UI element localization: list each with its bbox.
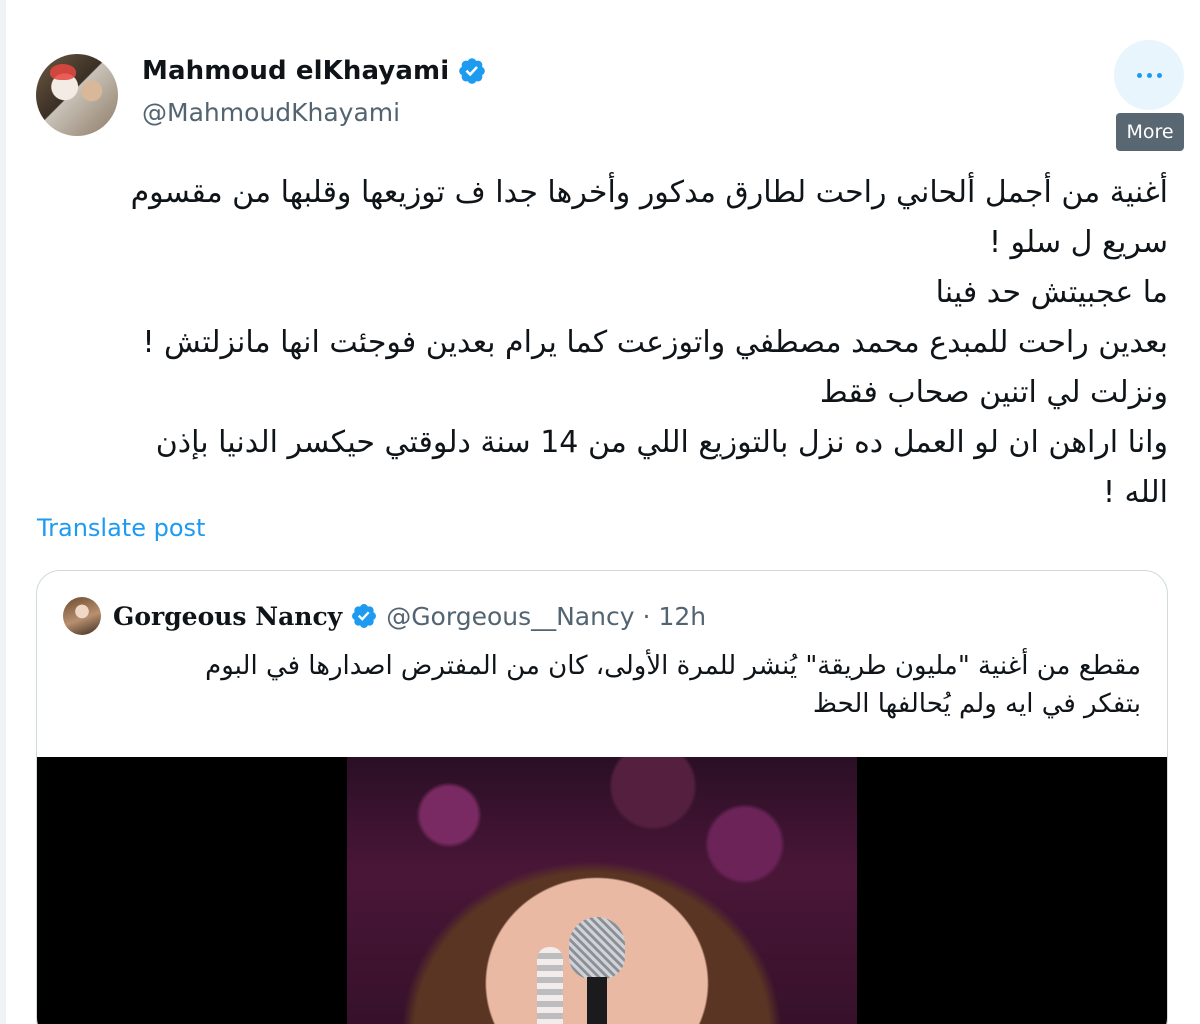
quoted-author-handle[interactable]: @Gorgeous__Nancy <box>386 602 634 631</box>
author-handle[interactable]: @MahmoudKhayami <box>142 98 400 127</box>
quoted-tweet-line: مقطع من أغنية "مليون طريقة" يُنشر للمرة … <box>205 651 1141 681</box>
translate-post-link[interactable]: Translate post <box>37 514 205 542</box>
verified-badge-icon <box>350 602 378 630</box>
quoted-author-avatar[interactable] <box>63 597 101 635</box>
more-button[interactable] <box>1114 40 1184 110</box>
tweet-line: بعدين راحت للمبدع محمد مصطفي واتوزعت كما… <box>142 325 1168 360</box>
quoted-tweet-header: Gorgeous Nancy @Gorgeous__Nancy · 12h <box>63 597 706 635</box>
left-border <box>0 0 6 1024</box>
tweet-line: ما عجبيتش حد فينا <box>935 275 1168 310</box>
tweet-line: الله ! <box>1102 475 1168 510</box>
more-dots-icon <box>1136 72 1162 78</box>
tweet-line: أغنية من أجمل ألحاني راحت لطارق مدكور وأ… <box>130 175 1168 210</box>
quoted-author-name[interactable]: Gorgeous Nancy <box>113 602 342 631</box>
more-tooltip: More <box>1116 113 1184 151</box>
earring-graphic <box>537 947 563 1024</box>
tweet-line: سريع ل سلو ! <box>988 225 1168 260</box>
tweet-line: ونزلت لي اتنين صحاب فقط <box>819 375 1168 410</box>
author-name-row: Mahmoud elKhayami <box>142 56 487 86</box>
quoted-tweet-time[interactable]: 12h <box>658 602 706 631</box>
separator-dot: · <box>642 601 651 631</box>
quoted-tweet-line: بتفكر في ايه ولم يُحالفها الحظ <box>812 689 1141 719</box>
media-video-frame <box>347 757 857 1024</box>
microphone-graphic <box>569 917 625 1024</box>
tweet-text: أغنية من أجمل ألحاني راحت لطارق مدكور وأ… <box>38 168 1168 518</box>
tweet-page: Mahmoud elKhayami @MahmoudKhayami More أ… <box>0 0 1200 1024</box>
verified-badge-icon[interactable] <box>457 56 487 86</box>
quoted-tweet-card[interactable]: Gorgeous Nancy @Gorgeous__Nancy · 12h مق… <box>36 570 1168 1024</box>
author-avatar[interactable] <box>36 54 118 136</box>
quoted-tweet-media[interactable] <box>37 757 1167 1024</box>
author-name[interactable]: Mahmoud elKhayami <box>142 56 449 86</box>
tweet-line: وانا اراهن ان لو العمل ده نزل بالتوزيع ا… <box>155 425 1168 460</box>
quoted-tweet-text: مقطع من أغنية "مليون طريقة" يُنشر للمرة … <box>71 647 1141 723</box>
